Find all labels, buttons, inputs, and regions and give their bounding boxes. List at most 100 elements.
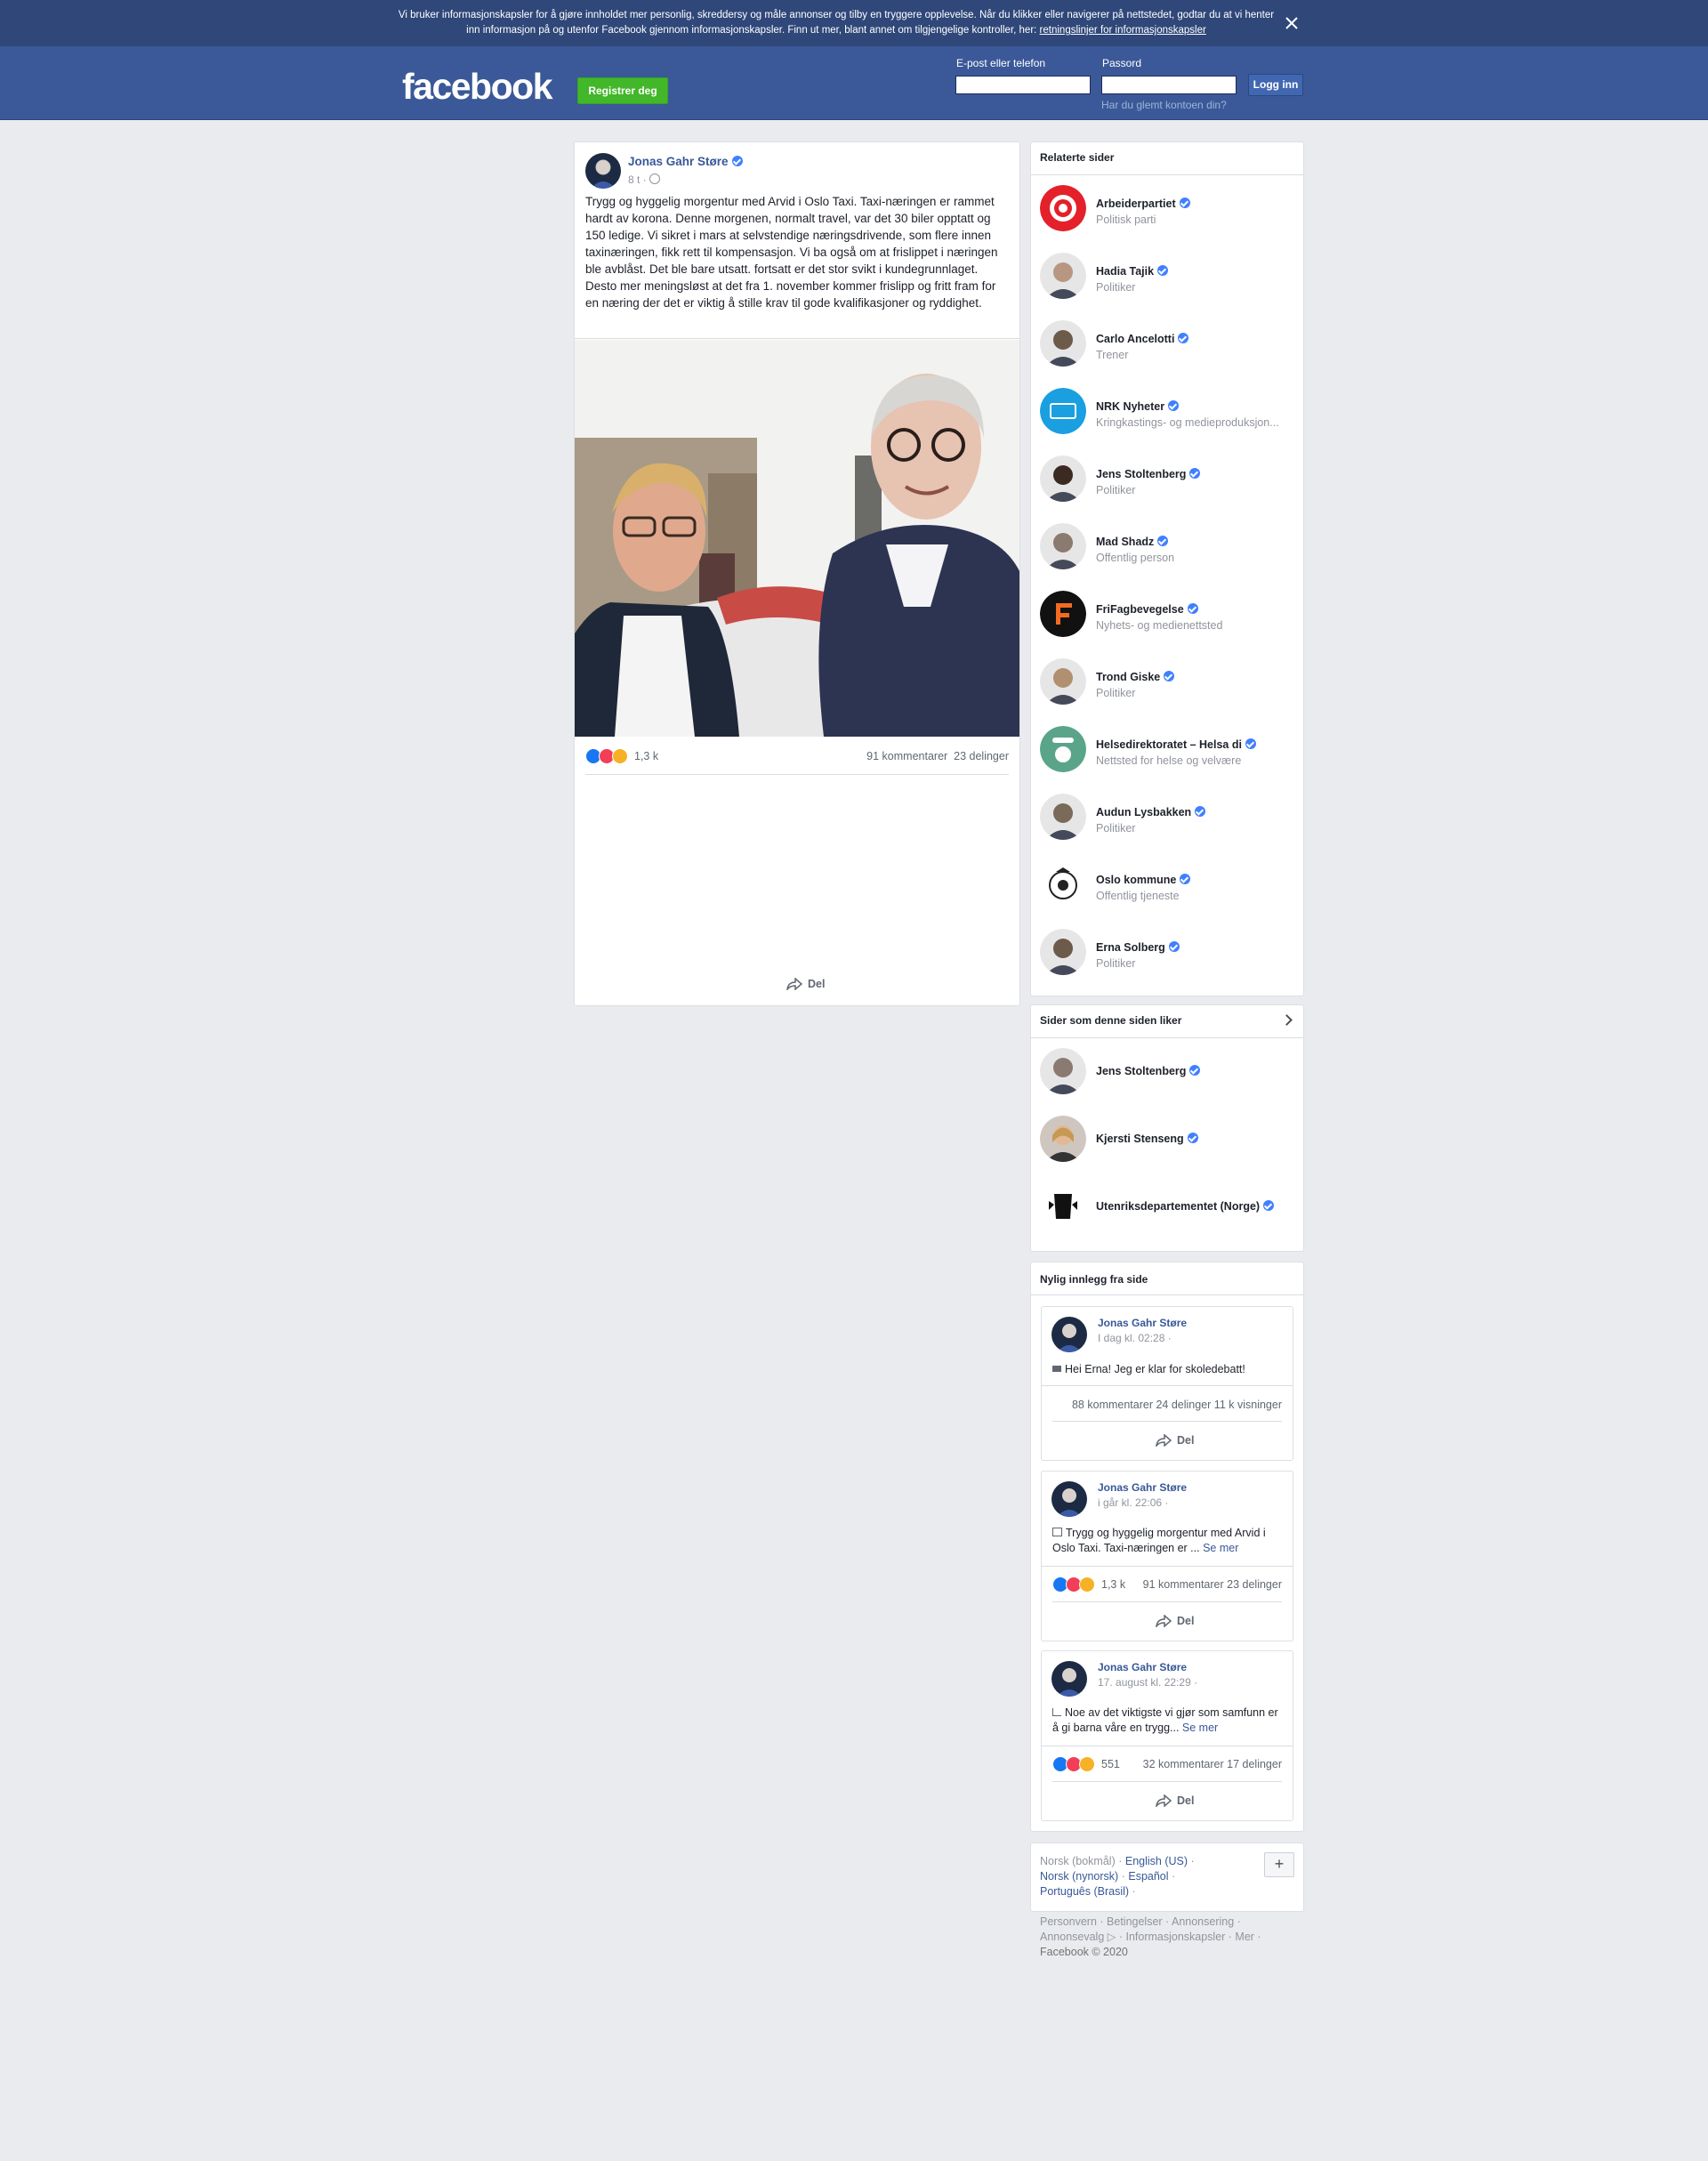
- page-avatar[interactable]: [1040, 929, 1086, 975]
- page-avatar[interactable]: [1040, 1116, 1086, 1162]
- related-page-item[interactable]: Carlo Ancelotti Trener: [1040, 320, 1307, 370]
- recent-post-stats[interactable]: 91 kommentarer 23 delinger: [1143, 1578, 1282, 1591]
- verified-icon: [1168, 941, 1180, 952]
- verified-icon: [1189, 1065, 1201, 1076]
- page-name[interactable]: Mad Shadz: [1096, 536, 1154, 548]
- facebook-logo[interactable]: facebook: [402, 66, 553, 108]
- page-avatar[interactable]: [1040, 726, 1086, 772]
- copyright: Facebook © 2020: [1040, 1946, 1128, 1958]
- related-page-item[interactable]: Oslo kommune Offentlig tjeneste: [1040, 861, 1307, 911]
- page-avatar[interactable]: [1040, 185, 1086, 231]
- related-page-item[interactable]: FriFagbevegelse Nyhets- og medienettsted: [1040, 591, 1307, 641]
- author-avatar[interactable]: [1051, 1481, 1087, 1517]
- page-avatar[interactable]: [1040, 591, 1086, 637]
- related-page-item[interactable]: Helsedirektoratet – Helsa di Nettsted for…: [1040, 726, 1307, 776]
- page-avatar[interactable]: [1040, 861, 1086, 907]
- page-name[interactable]: Hadia Tajik: [1096, 265, 1154, 278]
- see-more-link[interactable]: Se mer: [1182, 1722, 1218, 1734]
- recent-post-card[interactable]: Jonas Gahr Støre I dag kl. 02:28 · Hei E…: [1041, 1306, 1293, 1461]
- related-page-item[interactable]: Mad Shadz Offentlig person: [1040, 523, 1307, 573]
- post-photo[interactable]: [575, 340, 1019, 737]
- page-avatar[interactable]: [1040, 253, 1086, 299]
- page-avatar[interactable]: [1040, 523, 1086, 569]
- divider: [1042, 1566, 1293, 1567]
- more-languages-button[interactable]: +: [1264, 1852, 1294, 1877]
- page-name[interactable]: Jens Stoltenberg: [1096, 468, 1186, 480]
- reaction-summary[interactable]: 1,3 k: [1052, 1576, 1125, 1593]
- reaction-summary[interactable]: 1,3 k: [585, 748, 658, 764]
- share-button[interactable]: Del: [1156, 1794, 1194, 1807]
- related-page-item[interactable]: Arbeiderpartiet Politisk parti: [1040, 185, 1307, 235]
- close-icon[interactable]: [1281, 12, 1302, 34]
- page-avatar[interactable]: [1040, 658, 1086, 705]
- author-avatar[interactable]: [1051, 1317, 1087, 1352]
- page-name[interactable]: Trond Giske: [1096, 671, 1160, 683]
- recent-post-author[interactable]: Jonas Gahr Støre: [1098, 1481, 1187, 1494]
- related-page-item[interactable]: Hadia Tajik Politiker: [1040, 253, 1307, 302]
- language-english[interactable]: English (US): [1125, 1855, 1188, 1867]
- post-time[interactable]: 8 t ·: [628, 173, 647, 186]
- recent-post-card[interactable]: Jonas Gahr Støre i går kl. 22:06 · Trygg…: [1041, 1471, 1293, 1641]
- page-name[interactable]: FriFagbevegelse: [1096, 603, 1184, 616]
- page-name[interactable]: Erna Solberg: [1096, 941, 1165, 954]
- language-portuguese[interactable]: Português (Brasil): [1040, 1885, 1129, 1898]
- page-name[interactable]: Audun Lysbakken: [1096, 806, 1191, 818]
- see-more-link[interactable]: Se mer: [1203, 1542, 1238, 1554]
- page-name[interactable]: Oslo kommune: [1096, 874, 1176, 886]
- chevron-right-icon[interactable]: [1281, 1014, 1293, 1026]
- page-avatar[interactable]: [1040, 1048, 1086, 1094]
- recent-post-card[interactable]: Jonas Gahr Støre 17. august kl. 22:29 · …: [1041, 1650, 1293, 1821]
- register-button[interactable]: Registrer deg: [577, 77, 668, 104]
- recent-post-author[interactable]: Jonas Gahr Støre: [1098, 1661, 1187, 1673]
- related-page-item[interactable]: Erna Solberg Politiker: [1040, 929, 1307, 979]
- page-avatar[interactable]: [1040, 456, 1086, 502]
- password-input[interactable]: [1101, 76, 1237, 94]
- email-input[interactable]: [955, 76, 1091, 94]
- page-avatar[interactable]: [1040, 1183, 1086, 1230]
- liked-page-item[interactable]: Utenriksdepartementet (Norge): [1040, 1183, 1307, 1233]
- video-icon: [1052, 1366, 1061, 1372]
- author-avatar[interactable]: [585, 153, 621, 189]
- footer-links[interactable]: Personvern · Betingelser · Annonsering ·…: [1040, 1915, 1261, 1943]
- recent-posts-panel: Nylig innlegg fra side Jonas Gahr Støre …: [1030, 1262, 1304, 1832]
- recent-post-author[interactable]: Jonas Gahr Støre: [1098, 1317, 1187, 1329]
- page-avatar[interactable]: [1040, 794, 1086, 840]
- liked-pages-panel: Sider som denne siden liker Jens Stolten…: [1030, 1004, 1304, 1252]
- page-name[interactable]: NRK Nyheter: [1096, 400, 1164, 413]
- recent-post-stats[interactable]: 32 kommentarer 17 delinger: [1143, 1758, 1282, 1770]
- language-panel: Norsk (bokmål) · English (US) · Norsk (n…: [1030, 1842, 1304, 1912]
- share-button[interactable]: Del: [1156, 1434, 1194, 1447]
- recent-post-time[interactable]: i går kl. 22:06 ·: [1098, 1496, 1168, 1509]
- page-avatar[interactable]: [1040, 388, 1086, 434]
- recent-post-time[interactable]: 17. august kl. 22:29 ·: [1098, 1676, 1197, 1689]
- page-name[interactable]: Carlo Ancelotti: [1096, 333, 1174, 345]
- post-author[interactable]: Jonas Gahr Støre: [628, 155, 729, 168]
- page-name[interactable]: Kjersti Stenseng: [1096, 1133, 1184, 1145]
- reaction-summary[interactable]: 551: [1052, 1756, 1120, 1772]
- liked-page-item[interactable]: Kjersti Stenseng: [1040, 1116, 1307, 1165]
- author-avatar[interactable]: [1051, 1661, 1087, 1697]
- page-name[interactable]: Helsedirektoratet – Helsa di: [1096, 738, 1242, 751]
- forgot-account-link[interactable]: Har du glemt kontoen din?: [1101, 99, 1227, 111]
- language-spanish[interactable]: Español: [1128, 1870, 1168, 1883]
- comments-count[interactable]: 91 kommentarer: [866, 750, 947, 762]
- page-name[interactable]: Utenriksdepartementet (Norge): [1096, 1200, 1260, 1213]
- reaction-count: 1,3 k: [1101, 1578, 1126, 1591]
- page-avatar[interactable]: [1040, 320, 1086, 367]
- related-page-item[interactable]: NRK Nyheter Kringkastings- og medieproduk…: [1040, 388, 1307, 438]
- page-name[interactable]: Jens Stoltenberg: [1096, 1065, 1186, 1077]
- page-name[interactable]: Arbeiderpartiet: [1096, 198, 1176, 210]
- liked-page-item[interactable]: Jens Stoltenberg: [1040, 1048, 1307, 1098]
- share-button[interactable]: Del: [1156, 1615, 1194, 1627]
- share-button[interactable]: Del: [786, 978, 825, 990]
- related-page-item[interactable]: Jens Stoltenberg Politiker: [1040, 456, 1307, 505]
- language-nynorsk[interactable]: Norsk (nynorsk): [1040, 1870, 1118, 1883]
- login-button[interactable]: Logg inn: [1248, 74, 1303, 96]
- related-page-item[interactable]: Trond Giske Politiker: [1040, 658, 1307, 708]
- recent-post-stats[interactable]: 88 kommentarer 24 delinger 11 k visninge…: [1072, 1399, 1282, 1411]
- related-page-item[interactable]: Audun Lysbakken Politiker: [1040, 794, 1307, 843]
- divider: [1052, 1781, 1282, 1782]
- cookie-policy-link[interactable]: retningslinjer for informasjonskapsler: [1040, 25, 1206, 36]
- recent-post-time[interactable]: I dag kl. 02:28 ·: [1098, 1332, 1172, 1344]
- shares-count[interactable]: 23 delinger: [954, 750, 1009, 762]
